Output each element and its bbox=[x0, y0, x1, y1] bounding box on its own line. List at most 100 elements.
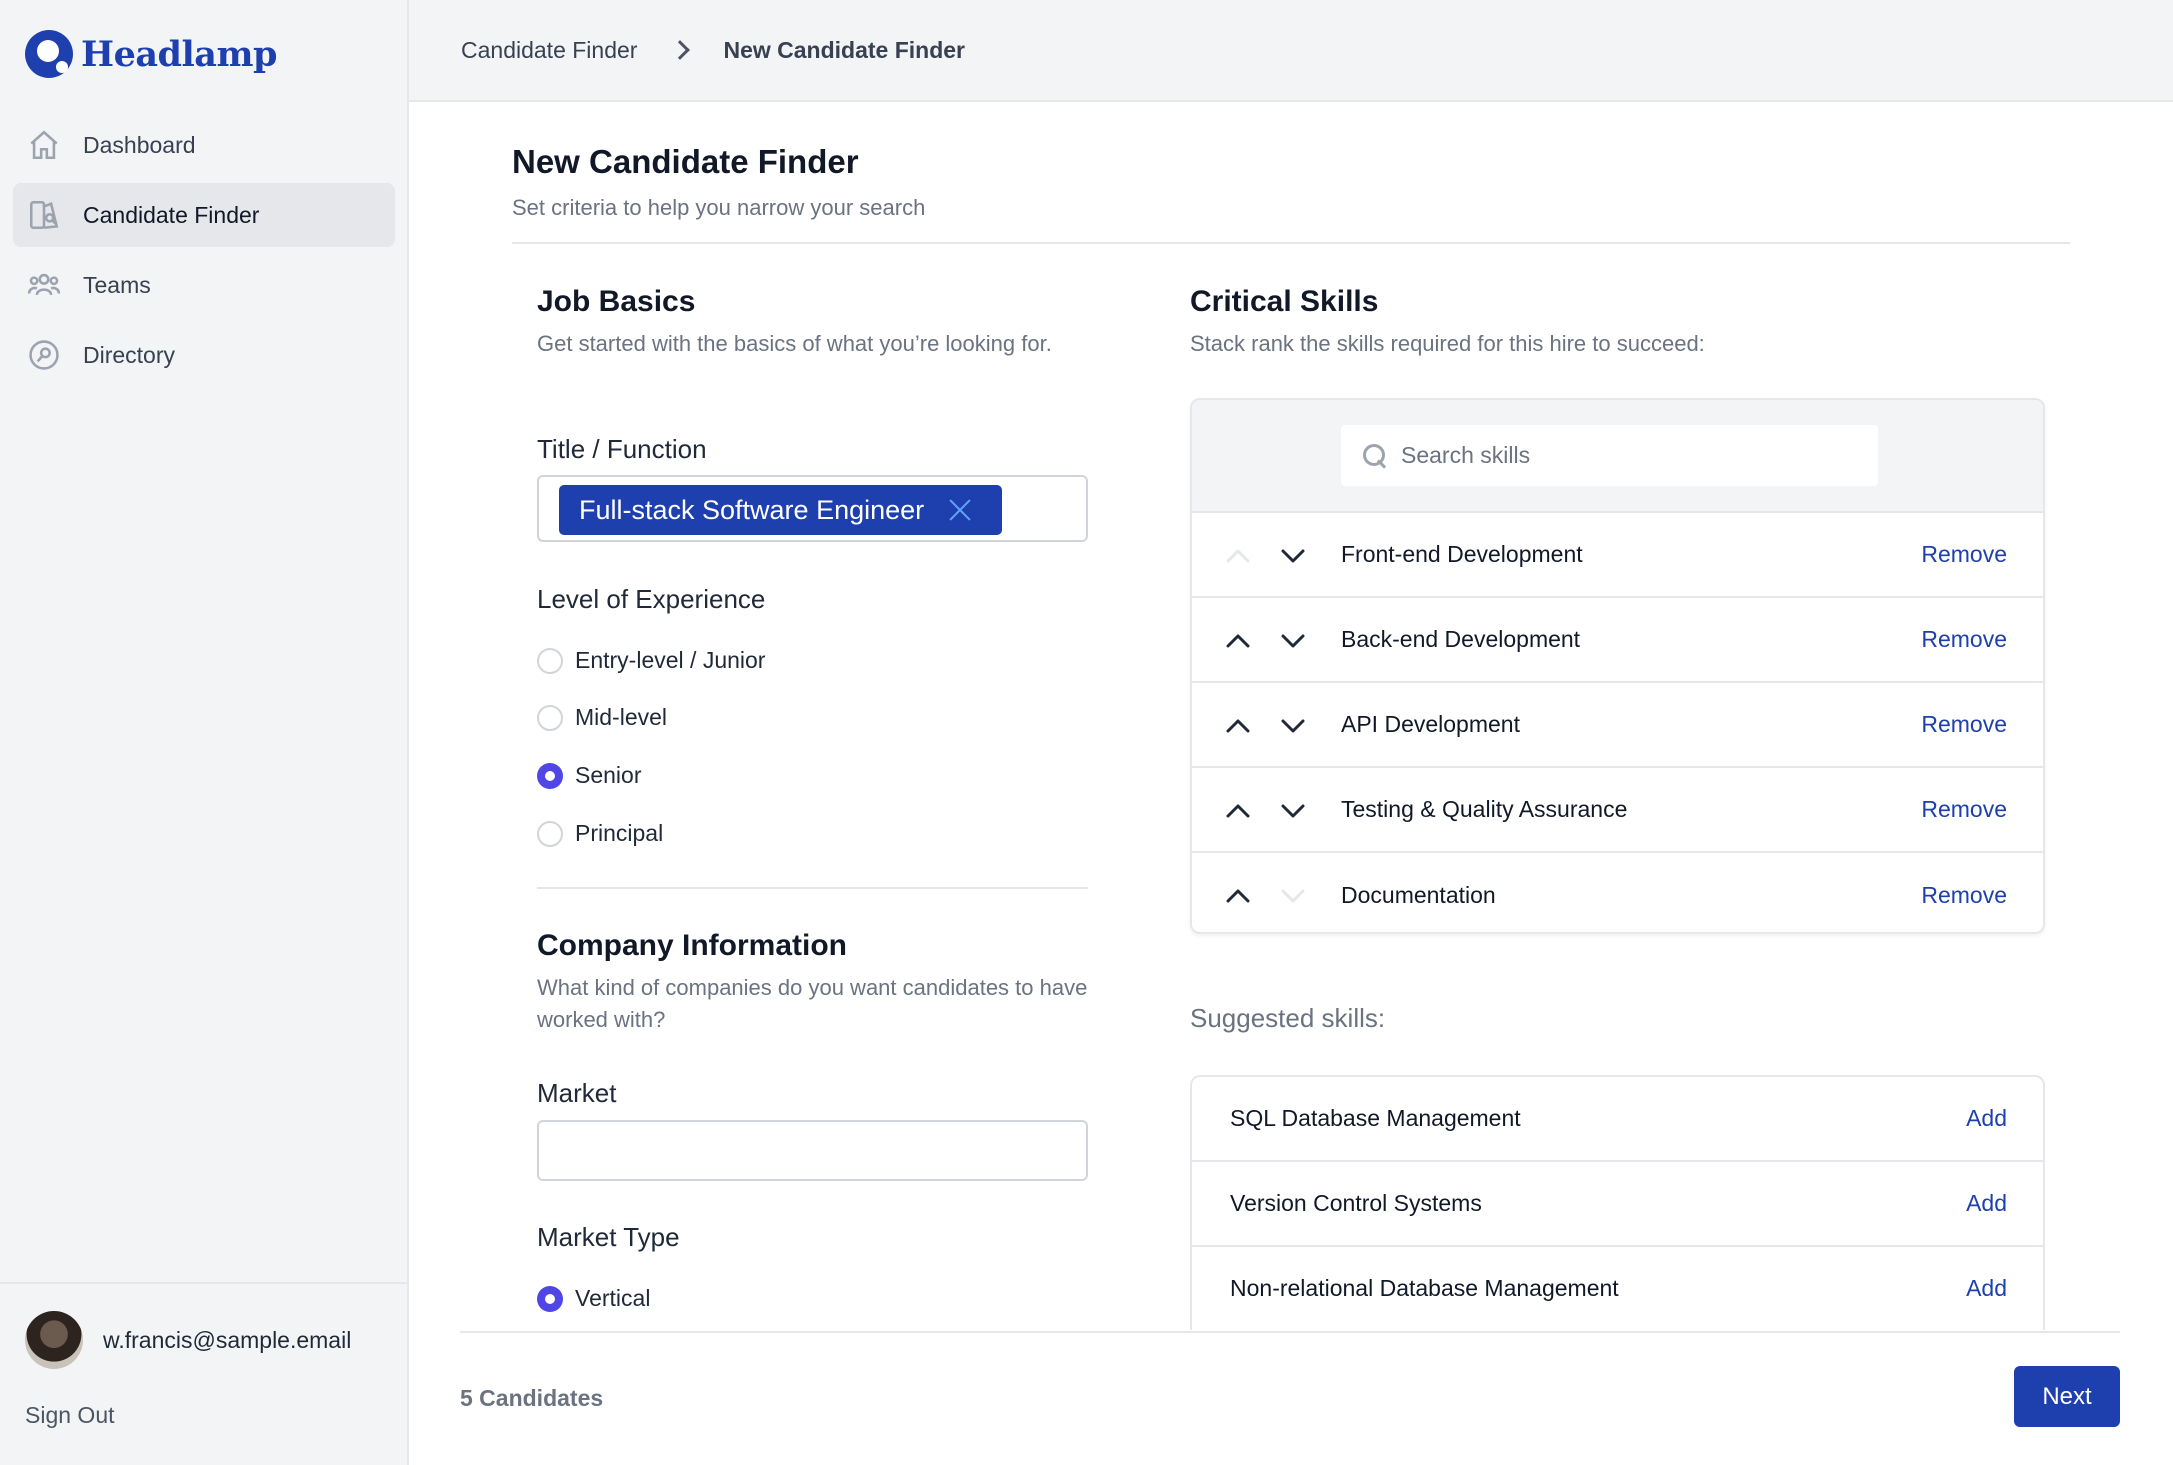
radio-vertical[interactable]: Vertical bbox=[537, 1285, 650, 1312]
headlamp-logo-icon bbox=[25, 30, 73, 78]
list-item: SQL Database Management Add bbox=[1192, 1077, 2043, 1162]
skill-name: Version Control Systems bbox=[1230, 1190, 1482, 1216]
home-icon bbox=[30, 130, 58, 160]
radio-label: Principal bbox=[575, 820, 664, 846]
chevron-down-icon[interactable] bbox=[1277, 540, 1309, 572]
radio-button[interactable] bbox=[537, 762, 563, 789]
job-basics-title: Job Basics bbox=[537, 285, 696, 318]
chevron-down-icon bbox=[1277, 880, 1309, 912]
logo[interactable]: Headlamp bbox=[25, 30, 277, 78]
radio-button[interactable] bbox=[537, 820, 563, 847]
sidebar-item-label: Teams bbox=[83, 271, 151, 298]
sidebar-item-directory[interactable]: Directory bbox=[13, 323, 395, 387]
radio-button[interactable] bbox=[537, 704, 563, 731]
market-type-label: Market Type bbox=[537, 1222, 680, 1252]
radio-principal[interactable]: Principal bbox=[537, 820, 663, 847]
user-profile[interactable]: w.francis@sample.email bbox=[25, 1311, 351, 1369]
search-icon bbox=[1363, 443, 1387, 468]
job-basics-description: Get started with the basics of what you’… bbox=[537, 331, 1052, 356]
app-name: Headlamp bbox=[81, 33, 277, 75]
radio-button[interactable] bbox=[537, 647, 563, 674]
radio-senior[interactable]: Senior bbox=[537, 762, 641, 789]
sidebar-item-label: Dashboard bbox=[83, 131, 196, 158]
chevron-down-icon[interactable] bbox=[1277, 710, 1309, 742]
remove-button[interactable]: Remove bbox=[1921, 541, 2007, 568]
sidebar-item-candidate-finder[interactable]: Candidate Finder bbox=[13, 183, 395, 247]
market-input[interactable] bbox=[537, 1120, 1088, 1181]
remove-button[interactable]: Remove bbox=[1921, 626, 2007, 653]
breadcrumb-parent[interactable]: Candidate Finder bbox=[461, 37, 637, 64]
chevron-up-icon[interactable] bbox=[1222, 625, 1254, 657]
list-item: Version Control Systems Add bbox=[1192, 1162, 2043, 1247]
next-button[interactable]: Next bbox=[2014, 1366, 2120, 1427]
footer-bar: 5 Candidates Next bbox=[460, 1331, 2120, 1465]
chevron-down-icon[interactable] bbox=[1277, 795, 1309, 827]
list-item: Front-end Development Remove bbox=[1192, 513, 2043, 598]
candidate-finder-icon bbox=[29, 200, 59, 230]
add-button[interactable]: Add bbox=[1966, 1275, 2007, 1302]
list-item: API Development Remove bbox=[1192, 683, 2043, 768]
divider bbox=[537, 887, 1088, 889]
skill-name: API Development bbox=[1341, 711, 1520, 737]
list-item: Back-end Development Remove bbox=[1192, 598, 2043, 683]
close-icon[interactable] bbox=[948, 498, 972, 522]
list-item: Non-relational Database Management Add bbox=[1192, 1247, 2043, 1330]
title-chip-label: Full-stack Software Engineer bbox=[579, 494, 925, 525]
remove-button[interactable]: Remove bbox=[1921, 711, 2007, 738]
skill-name: Non-relational Database Management bbox=[1230, 1275, 1619, 1301]
radio-mid-level[interactable]: Mid-level bbox=[537, 704, 667, 731]
radio-label: Entry-level / Junior bbox=[575, 647, 766, 673]
suggested-skills-label: Suggested skills: bbox=[1190, 1003, 1386, 1033]
chevron-up-icon[interactable] bbox=[1222, 795, 1254, 827]
title-chip[interactable]: Full-stack Software Engineer bbox=[559, 485, 1003, 535]
sidebar-footer: w.francis@sample.email Sign Out bbox=[0, 1282, 407, 1465]
list-item: Testing & Quality Assurance Remove bbox=[1192, 768, 2043, 853]
chevron-down-icon[interactable] bbox=[1277, 625, 1309, 657]
skills-search[interactable] bbox=[1341, 425, 1878, 486]
add-button[interactable]: Add bbox=[1966, 1105, 2007, 1132]
critical-skills-list: Front-end Development Remove Back-end De… bbox=[1190, 398, 2045, 934]
avatar bbox=[25, 1311, 83, 1369]
radio-label: Vertical bbox=[575, 1285, 651, 1311]
skills-search-header bbox=[1192, 400, 2043, 513]
page-subtitle: Set criteria to help you narrow your sea… bbox=[512, 195, 926, 220]
suggested-skills-list: SQL Database Management Add Version Cont… bbox=[1190, 1075, 2045, 1330]
remove-button[interactable]: Remove bbox=[1921, 882, 2007, 909]
radio-entry-level[interactable]: Entry-level / Junior bbox=[537, 647, 765, 674]
breadcrumb: Candidate Finder New Candidate Finder bbox=[409, 0, 2173, 102]
sidebar-item-dashboard[interactable]: Dashboard bbox=[13, 113, 395, 177]
critical-skills-title: Critical Skills bbox=[1190, 285, 1379, 318]
skill-name: SQL Database Management bbox=[1230, 1105, 1521, 1131]
divider bbox=[512, 242, 2070, 244]
company-info-title: Company Information bbox=[537, 929, 848, 962]
list-item: Documentation Remove bbox=[1192, 853, 2043, 932]
sign-out-link[interactable]: Sign Out bbox=[25, 1402, 115, 1429]
breadcrumb-current: New Candidate Finder bbox=[723, 36, 965, 63]
page-title: New Candidate Finder bbox=[512, 143, 859, 180]
critical-skills-description: Stack rank the skills required for this … bbox=[1190, 331, 1705, 356]
skill-name: Documentation bbox=[1341, 882, 1496, 908]
skill-name: Front-end Development bbox=[1341, 541, 1583, 567]
remove-button[interactable]: Remove bbox=[1921, 796, 2007, 823]
candidate-count: 5 Candidates bbox=[460, 1385, 604, 1411]
add-button[interactable]: Add bbox=[1966, 1190, 2007, 1217]
sidebar-nav: Dashboard Candidate Finder Teams Directo… bbox=[13, 113, 395, 393]
market-label: Market bbox=[537, 1078, 617, 1108]
chevron-right-icon bbox=[670, 40, 691, 60]
skill-name: Testing & Quality Assurance bbox=[1341, 796, 1628, 822]
sidebar-item-teams[interactable]: Teams bbox=[13, 253, 395, 317]
chevron-up-icon bbox=[1222, 540, 1254, 572]
experience-label: Level of Experience bbox=[537, 584, 766, 614]
user-email: w.francis@sample.email bbox=[103, 1326, 352, 1353]
radio-label: Senior bbox=[575, 762, 642, 788]
chevron-up-icon[interactable] bbox=[1222, 880, 1254, 912]
radio-button[interactable] bbox=[537, 1285, 563, 1312]
company-info-description: What kind of companies do you want candi… bbox=[537, 975, 1088, 1032]
title-function-input[interactable]: Full-stack Software Engineer bbox=[537, 475, 1088, 542]
search-input[interactable] bbox=[1401, 442, 1861, 469]
sidebar-item-label: Candidate Finder bbox=[83, 201, 260, 228]
users-icon bbox=[27, 273, 61, 296]
directory-icon bbox=[29, 340, 59, 370]
sidebar-item-label: Directory bbox=[83, 341, 176, 368]
chevron-up-icon[interactable] bbox=[1222, 710, 1254, 742]
